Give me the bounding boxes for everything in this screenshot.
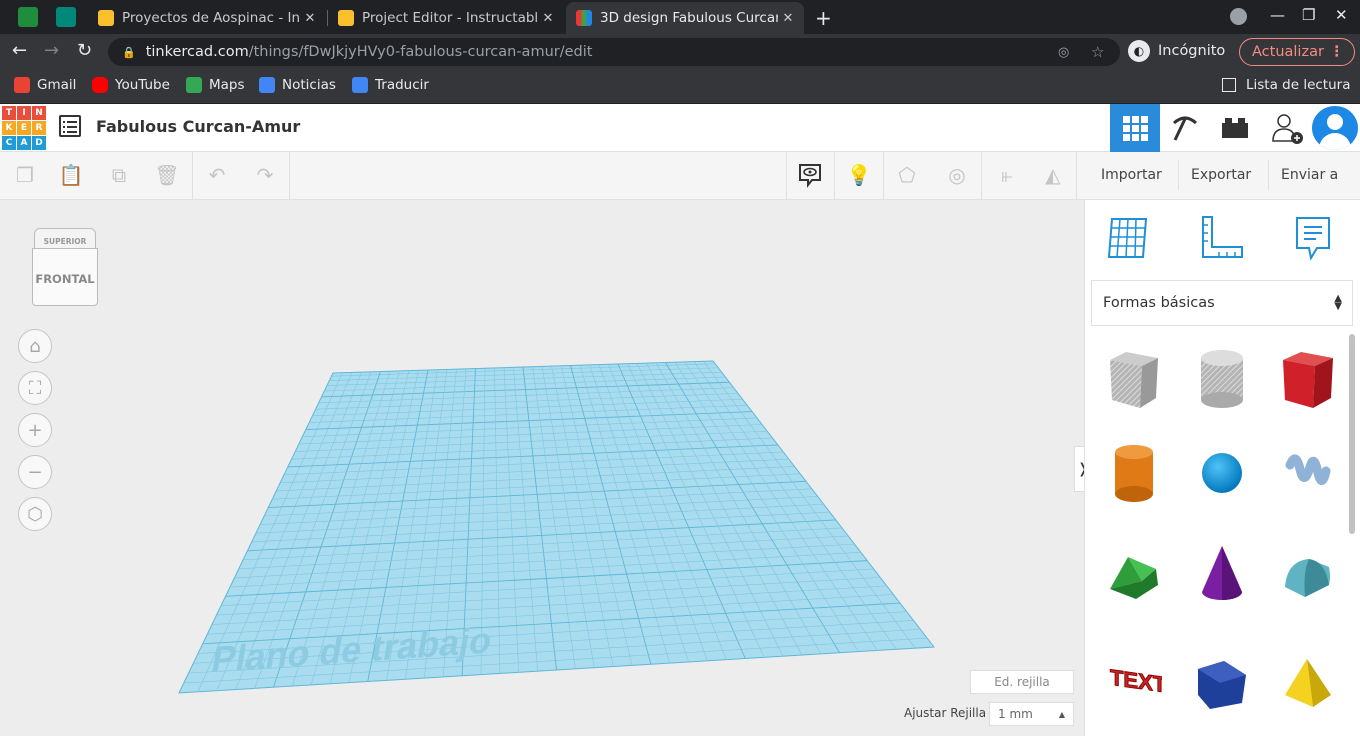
reading-list-icon bbox=[1222, 78, 1236, 92]
svg-text:TEXT: TEXT bbox=[1110, 665, 1162, 698]
shape-box-hole[interactable] bbox=[1104, 346, 1164, 412]
cylinder-hole-icon bbox=[1201, 350, 1243, 408]
text-shape-icon: TEXT bbox=[1110, 664, 1163, 698]
add-user-icon bbox=[1272, 114, 1303, 144]
polygon-icon bbox=[1198, 661, 1246, 709]
avatar-head bbox=[1327, 114, 1343, 130]
shape-box[interactable] bbox=[1277, 346, 1337, 412]
bricks-button[interactable] bbox=[1210, 104, 1260, 152]
pickaxe-icon bbox=[1172, 116, 1198, 141]
blocks-button[interactable] bbox=[1160, 104, 1210, 152]
reading-list-button[interactable]: Lista de lectura bbox=[1222, 77, 1350, 93]
workplane-grid-icon bbox=[1107, 218, 1148, 258]
shape-cylinder[interactable] bbox=[1104, 440, 1164, 506]
ruler-icon bbox=[1202, 216, 1243, 258]
import-button[interactable]: Importar bbox=[1089, 160, 1174, 190]
export-button[interactable]: Exportar bbox=[1178, 160, 1263, 190]
select-arrows-icon: ▲ ▼ bbox=[1334, 293, 1342, 312]
invite-user-button[interactable] bbox=[1262, 104, 1312, 152]
cone-icon bbox=[1202, 546, 1242, 600]
panel-scrollbar[interactable] bbox=[1349, 334, 1355, 534]
edit-grid-button[interactable]: Ed. rejilla bbox=[970, 670, 1074, 694]
avatar[interactable] bbox=[1312, 106, 1358, 150]
workplane-tool-button[interactable] bbox=[1106, 215, 1152, 261]
maximize-icon[interactable]: ❐ bbox=[1302, 6, 1315, 24]
cylinder-icon bbox=[1115, 445, 1153, 502]
shape-category-value: Formas básicas bbox=[1103, 295, 1215, 311]
notes-tool-button[interactable] bbox=[1291, 215, 1337, 261]
minimize-icon[interactable]: — bbox=[1270, 6, 1285, 24]
ruler-tool-button[interactable] bbox=[1199, 215, 1245, 261]
shape-round-roof[interactable] bbox=[1277, 540, 1337, 606]
bookmark-star-icon[interactable]: ☆ bbox=[1091, 43, 1104, 61]
box-hole-icon bbox=[1110, 352, 1158, 408]
incognito-icon: ◐ bbox=[1128, 40, 1150, 62]
brick-icon bbox=[1222, 118, 1248, 138]
snap-grid-select[interactable]: 1 mm ▲ bbox=[989, 702, 1074, 726]
shape-pyramid[interactable] bbox=[1277, 650, 1337, 716]
caret-up-icon: ▲ bbox=[1058, 709, 1065, 719]
3d-design-view-button[interactable] bbox=[1110, 104, 1160, 152]
shape-roof[interactable] bbox=[1104, 540, 1164, 606]
snap-grid-value: 1 mm bbox=[998, 707, 1033, 721]
box-icon bbox=[1283, 352, 1333, 408]
shape-cylinder-hole[interactable] bbox=[1192, 346, 1252, 412]
grid-view-icon bbox=[1123, 116, 1148, 141]
shape-scribble[interactable] bbox=[1277, 440, 1337, 506]
sphere-icon bbox=[1202, 453, 1242, 493]
more-menu-icon[interactable]: ⋮ bbox=[1330, 44, 1345, 60]
update-label: Actualizar bbox=[1252, 44, 1324, 60]
scribble-icon bbox=[1285, 454, 1331, 485]
update-button[interactable]: Actualizar ⋮ bbox=[1239, 38, 1355, 66]
close-window-icon[interactable]: ✕ bbox=[1335, 6, 1348, 24]
shape-cone[interactable] bbox=[1192, 540, 1252, 606]
shape-polygon[interactable] bbox=[1192, 650, 1252, 716]
shape-text[interactable]: TEXT bbox=[1104, 640, 1164, 706]
round-roof-icon bbox=[1285, 559, 1330, 597]
workplane[interactable]: Plano de trabajo bbox=[0, 0, 1084, 736]
avatar-body bbox=[1319, 133, 1351, 150]
pyramid-icon bbox=[1285, 659, 1331, 707]
note-icon bbox=[1296, 217, 1330, 261]
incognito-indicator[interactable]: ◐ Incógnito bbox=[1128, 40, 1225, 62]
incognito-label: Incógnito bbox=[1158, 43, 1226, 59]
snap-grid-label: Ajustar Rejilla bbox=[904, 706, 987, 720]
send-to-button[interactable]: Enviar a bbox=[1268, 160, 1350, 190]
reading-list-label: Lista de lectura bbox=[1246, 77, 1351, 93]
shape-sphere[interactable] bbox=[1192, 440, 1252, 506]
roof-icon bbox=[1110, 557, 1158, 599]
tab-search-icon[interactable] bbox=[1230, 8, 1247, 25]
shape-category-select[interactable]: Formas básicas ▲ ▼ bbox=[1091, 280, 1353, 326]
